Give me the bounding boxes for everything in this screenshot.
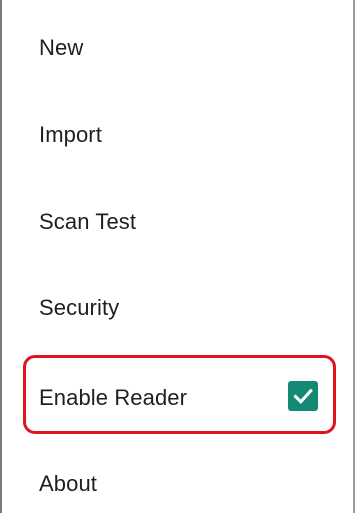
menu-item-label: New (39, 35, 84, 60)
menu-item-security[interactable]: Security (2, 265, 353, 351)
menu-item-label: Security (39, 295, 120, 320)
overflow-menu: New Import Scan Test Security Enable Rea… (0, 0, 355, 513)
menu-item-new[interactable]: New (2, 5, 353, 91)
checkmark-icon (293, 388, 313, 404)
menu-item-import[interactable]: Import (2, 92, 353, 178)
menu-item-scan-test[interactable]: Scan Test (2, 179, 353, 265)
menu-item-label: About (39, 471, 97, 496)
menu-item-about[interactable]: About (2, 441, 353, 513)
menu-item-label: Import (39, 122, 102, 147)
menu-item-label: Enable Reader (39, 385, 188, 410)
menu-item-label: Scan Test (39, 209, 137, 234)
enable-reader-checkbox[interactable] (288, 381, 318, 411)
